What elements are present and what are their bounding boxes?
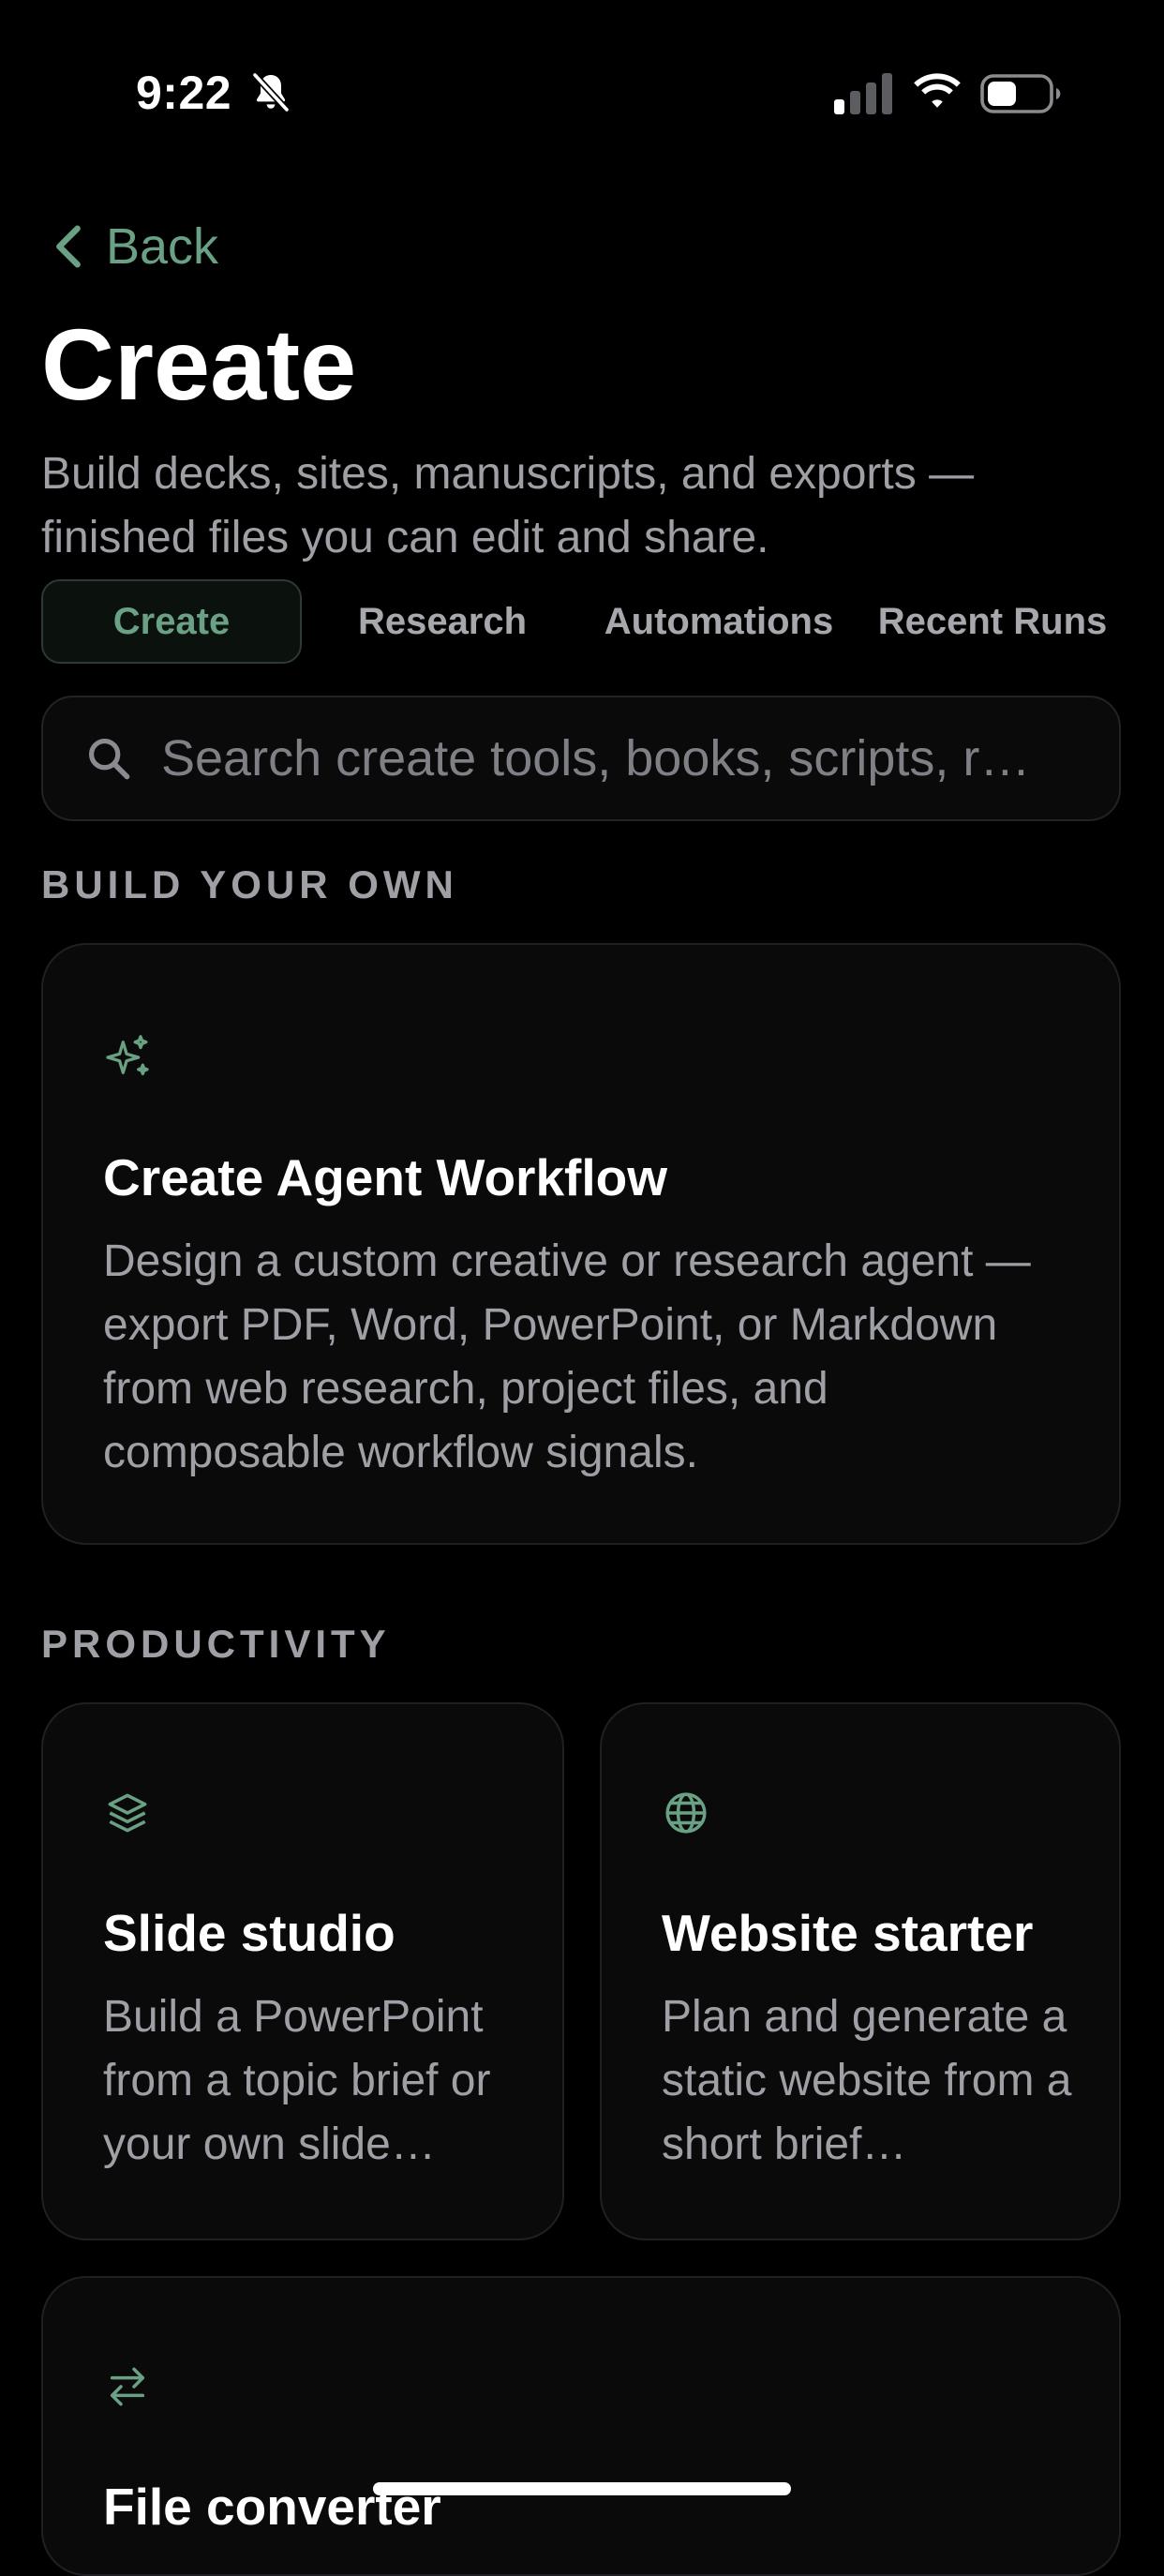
- cellular-signal-icon: [834, 73, 892, 114]
- wifi-icon: [914, 73, 961, 108]
- back-button[interactable]: Back: [52, 217, 218, 276]
- card-description: Design a custom creative or research age…: [103, 1236, 1031, 1477]
- website-starter-card[interactable]: Website starter Plan and generate a stat…: [600, 1702, 1121, 2240]
- layers-icon: [108, 1793, 147, 1833]
- battery-icon: [980, 74, 1061, 113]
- tab-recent-runs[interactable]: Recent Runs: [864, 579, 1121, 664]
- create-agent-workflow-card[interactable]: Create Agent Workflow Design a custom cr…: [41, 943, 1121, 1545]
- search-input[interactable]: [159, 728, 1091, 788]
- card-title: Website starter: [662, 1904, 1034, 1962]
- chevron-left-icon: [56, 225, 81, 268]
- search-icon: [88, 738, 130, 780]
- file-converter-card[interactable]: File converter: [41, 2276, 1121, 2576]
- tab-research[interactable]: Research: [330, 579, 555, 664]
- page-title: Create: [41, 307, 357, 421]
- tab-automations[interactable]: Automations: [583, 579, 855, 664]
- sparkles-icon: [106, 1035, 149, 1076]
- bell-slash-icon: [252, 72, 290, 112]
- slide-studio-card[interactable]: Slide studio Build a PowerPoint from a t…: [41, 1702, 564, 2240]
- card-title: Slide studio: [103, 1904, 395, 1962]
- card-description: Build a PowerPoint from a topic brief or…: [103, 1992, 491, 2169]
- back-label: Back: [106, 218, 219, 275]
- page-subtitle: Build decks, sites, manuscripts, and exp…: [41, 449, 975, 562]
- card-description: Plan and generate a static website from …: [662, 1992, 1072, 2169]
- home-indicator: [373, 2482, 791, 2495]
- section-label-productivity: PRODUCTIVITY: [41, 1622, 391, 1666]
- card-title: Create Agent Workflow: [103, 1148, 668, 1206]
- tab-create[interactable]: Create: [41, 579, 302, 664]
- search-bar[interactable]: [41, 696, 1121, 821]
- status-time: 9:22: [136, 67, 232, 119]
- arrows-swap-icon: [110, 2367, 145, 2406]
- globe-icon: [665, 1792, 707, 1834]
- section-label-build-your-own: BUILD YOUR OWN: [41, 862, 458, 906]
